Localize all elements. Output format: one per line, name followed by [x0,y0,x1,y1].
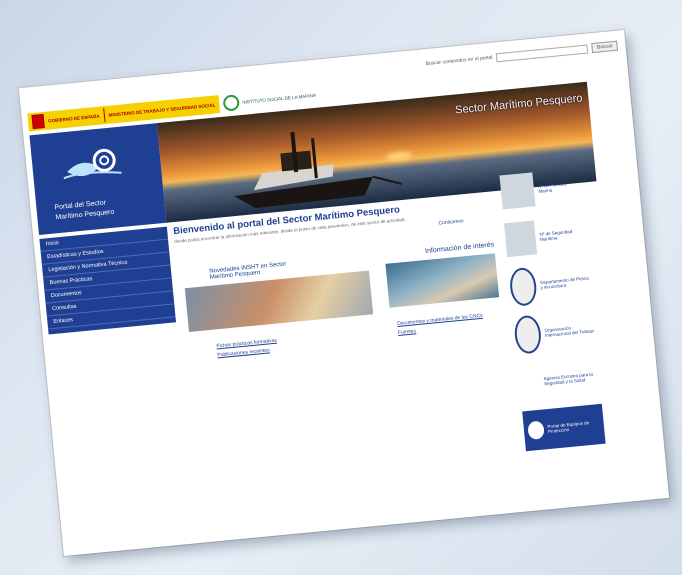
fishing-boat-image [234,132,403,209]
coat-of-arms-icon [31,113,45,130]
rail-card-label: Nº de Puestos Marina [537,181,567,194]
rail-card[interactable]: Portal de Equipos de Protección [522,403,606,452]
epi-logo-icon [527,420,545,440]
news-column: Novedades INSHT en Sector Marítimo Pesqu… [183,254,376,364]
fao-logo-icon [508,266,539,307]
search-button[interactable]: Buscar [591,40,619,54]
web-page-screenshot: Buscar contenidos en el portal Buscar GO… [18,29,670,557]
portal-title-line2: Marítimo Pesquero [55,208,115,222]
institute-text: INSTITUTO SOCIAL DE LA MARINA [242,92,317,105]
info-links: Documentos y materiales de los CNCs Fuen… [391,311,502,336]
agency-logo-icon [517,364,542,401]
rail-card-label: Portal de Equipos de Protección [547,420,590,435]
building-image [504,220,538,258]
more-link[interactable]: Conócenos [438,218,464,226]
rail-card-label: Departamento de Pesca y Acuicultura [540,275,589,291]
news-links: Fichas prácticas formativas Publicacione… [190,328,376,361]
search-label: Buscar contenidos en el portal [425,54,493,68]
rail-card[interactable]: Nº de Puestos Marina [499,165,582,212]
oit-logo-icon [513,314,543,355]
banner-title: Sector Marítimo Pesquero [454,92,584,117]
info-image[interactable] [385,253,500,308]
gov-text: GOBIERNO DE ESPAÑA [47,113,100,124]
search-input[interactable] [496,43,589,62]
search-bar: Buscar contenidos en el portal Buscar [425,40,619,69]
partner-rail: Nº de Puestos Marina Nº de Seguridad Mar… [499,165,606,459]
rail-card[interactable]: Agencia Europea para la Seguridad y la S… [517,356,601,403]
ministry-text: MINISTERIO DE TRABAJO Y SEGURIDAD SOCIAL [108,101,216,118]
building-image [499,172,536,210]
fish-logo-icon [63,148,122,180]
rail-card[interactable]: Organización Internacional del Trabajo [513,308,596,355]
rail-card[interactable]: Departamento de Pesca y Acuicultura [508,260,591,307]
portal-logo[interactable]: Portal del Sector Marítimo Pesquero [29,123,167,235]
divider [102,108,106,123]
rail-card-label: Agencia Europea para la Seguridad y la S… [543,371,594,387]
rail-card-label: Organización Internacional del Trabajo [544,325,595,338]
institute-icon [222,94,241,112]
rail-card-label: Nº de Seguridad Marítima [539,228,573,242]
rail-card[interactable]: Nº de Seguridad Marítima [504,213,587,260]
info-column: Información de interés Documentos y mate… [384,241,502,339]
main-navigation: Inicio Estadísticas y Estudios Legislaci… [39,226,177,335]
